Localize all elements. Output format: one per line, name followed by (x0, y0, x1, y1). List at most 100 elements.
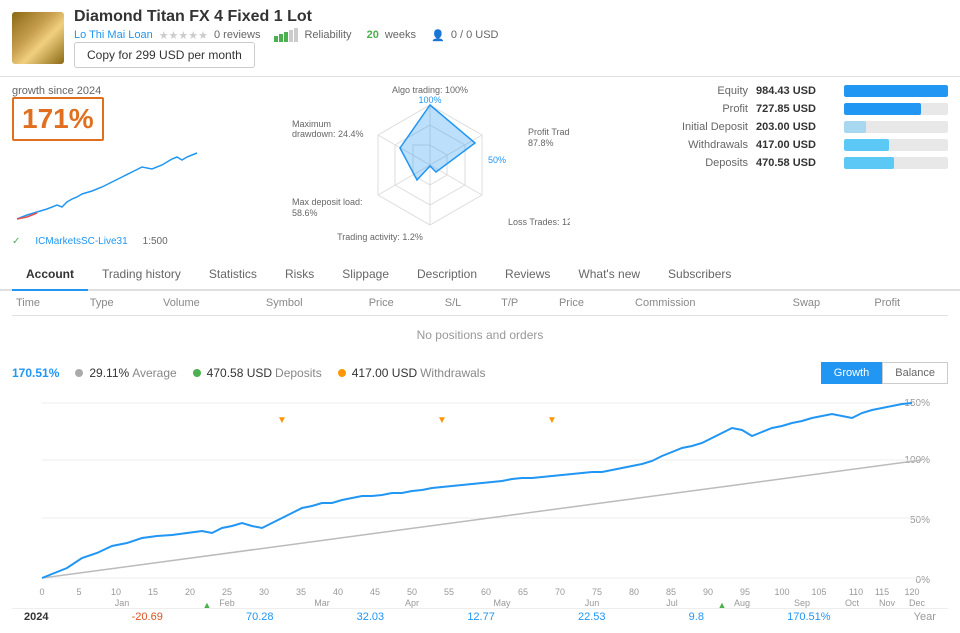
col-symbol: Symbol (262, 291, 365, 316)
tab-trading-history[interactable]: Trading history (88, 259, 195, 291)
svg-text:▲: ▲ (203, 600, 212, 608)
year-label: 2024 (24, 611, 48, 623)
col-profit: Profit (870, 291, 948, 316)
stat-feb: 32.03 (357, 611, 385, 623)
tab-description[interactable]: Description (403, 259, 491, 291)
col-type: Type (86, 291, 159, 316)
mini-growth-chart (12, 147, 202, 227)
svg-text:50: 50 (407, 587, 417, 597)
svg-text:Apr: Apr (405, 598, 419, 608)
tab-statistics[interactable]: Statistics (195, 259, 271, 291)
growth-panel: growth since 2024 171% ✓ ICMarketsSC-Liv… (12, 85, 212, 247)
no-positions-text: No positions and orders (12, 316, 948, 355)
stat-apr: 22.53 (578, 611, 606, 623)
svg-text:Jun: Jun (585, 598, 600, 608)
svg-text:85: 85 (666, 587, 676, 597)
svg-text:Aug: Aug (734, 598, 750, 608)
col-price: Price (365, 291, 441, 316)
page-title: Diamond Titan FX 4 Fixed 1 Lot (74, 8, 948, 26)
svg-text:50%: 50% (910, 515, 930, 526)
withdrawals-row: Withdrawals 417.00 USD (648, 139, 948, 151)
svg-text:70: 70 (555, 587, 565, 597)
svg-text:10: 10 (111, 587, 121, 597)
svg-text:▼: ▼ (547, 415, 557, 426)
svg-text:58.6%: 58.6% (292, 208, 318, 218)
stats-panel: Equity 984.43 USD Profit 727.85 USD Init… (648, 85, 948, 247)
average-stat: 29.11% Average (75, 366, 176, 380)
stat-mar: 12.77 (467, 611, 495, 623)
svg-text:▼: ▼ (437, 415, 447, 426)
balance-button[interactable]: Balance (882, 362, 948, 384)
initial-deposit-value: 203.00 USD (756, 121, 836, 133)
profit-row: Profit 727.85 USD (648, 103, 948, 115)
svg-text:75: 75 (592, 587, 602, 597)
svg-text:0%: 0% (916, 575, 931, 586)
col-price2: Price (555, 291, 631, 316)
tab-slippage[interactable]: Slippage (328, 259, 403, 291)
tab-reviews[interactable]: Reviews (491, 259, 564, 291)
deposits-stat: 470.58 USD Deposits (193, 366, 322, 380)
average-val: 29.11% (89, 366, 129, 380)
weeks-badge: 20 (367, 29, 379, 41)
server-name: ICMarketsSC-Live31 (35, 236, 127, 247)
tab-account[interactable]: Account (12, 259, 88, 291)
svg-text:▲: ▲ (718, 600, 727, 608)
tab-whats-new[interactable]: What's new (564, 259, 654, 291)
withdrawals-value: 417.00 USD (756, 139, 836, 151)
svg-text:Profit Trades:: Profit Trades: (528, 127, 570, 137)
tab-subscribers[interactable]: Subscribers (654, 259, 745, 291)
svg-text:95: 95 (740, 587, 750, 597)
svg-text:Trading activity: 1.2%: Trading activity: 1.2% (337, 232, 423, 242)
profit-value: 727.85 USD (756, 103, 836, 115)
svg-text:Algo trading: 100%: Algo trading: 100% (392, 85, 468, 95)
tab-risks[interactable]: Risks (271, 259, 328, 291)
svg-text:120: 120 (904, 587, 919, 597)
rel-bar-2 (279, 34, 283, 42)
growth-value: 171% (12, 97, 104, 141)
equity-bar (844, 85, 948, 97)
svg-text:80: 80 (629, 587, 639, 597)
initial-deposit-bar (844, 121, 866, 133)
svg-text:90: 90 (703, 587, 713, 597)
svg-text:25: 25 (222, 587, 232, 597)
svg-text:110: 110 (849, 587, 863, 597)
reliability-label (274, 28, 298, 42)
svg-text:5: 5 (76, 587, 81, 597)
svg-text:Loss Trades: 12.2%: Loss Trades: 12.2% (508, 217, 570, 227)
svg-text:drawdown: 24.4%: drawdown: 24.4% (292, 129, 364, 139)
tabs-nav: Account Trading history Statistics Risks… (0, 259, 960, 291)
svg-text:100%: 100% (418, 95, 441, 105)
radar-panel: 100% 50% Algo trading: 100% Profit Trade… (222, 85, 638, 247)
svg-text:0: 0 (39, 587, 44, 597)
stars: ★★★★★ (159, 29, 208, 42)
profit-bar (844, 103, 921, 115)
withdrawals-label: Withdrawals (648, 139, 748, 151)
svg-text:20: 20 (185, 587, 195, 597)
person-icon: 👤 (431, 29, 445, 42)
author-name: Lo Thi Mai Loan (74, 29, 153, 41)
profit-bar-container (844, 103, 948, 115)
deposits-bar (844, 157, 894, 169)
withdrawals-chart-val: 417.00 USD (352, 366, 417, 380)
col-swap: Swap (789, 291, 871, 316)
no-data-row: No positions and orders (12, 316, 948, 355)
growth-percent: 170.51% (12, 366, 59, 380)
svg-text:Feb: Feb (219, 598, 235, 608)
svg-text:50%: 50% (488, 155, 506, 165)
svg-text:15: 15 (148, 587, 158, 597)
header: Diamond Titan FX 4 Fixed 1 Lot Lo Thi Ma… (0, 0, 960, 77)
withdrawals-bar (844, 139, 889, 151)
withdrawals-stat: 417.00 USD Withdrawals (338, 366, 486, 380)
growth-button[interactable]: Growth (821, 362, 882, 384)
withdrawals-chart-label: Withdrawals (420, 366, 485, 380)
chart-controls: Growth Balance (821, 362, 948, 384)
copy-button[interactable]: Copy for 299 USD per month (74, 42, 255, 68)
svg-text:115: 115 (875, 587, 889, 597)
year-text: Year (914, 611, 936, 623)
deposits-chart-val: 470.58 USD (207, 366, 272, 380)
deposits-chart-label: Deposits (275, 366, 322, 380)
growth-since-label: growth since 2024 (12, 85, 212, 97)
initial-deposit-label: Initial Deposit (648, 121, 748, 133)
author-row: Lo Thi Mai Loan ★★★★★ 0 reviews Reliabil… (74, 28, 948, 42)
equity-bar-container (844, 85, 948, 97)
